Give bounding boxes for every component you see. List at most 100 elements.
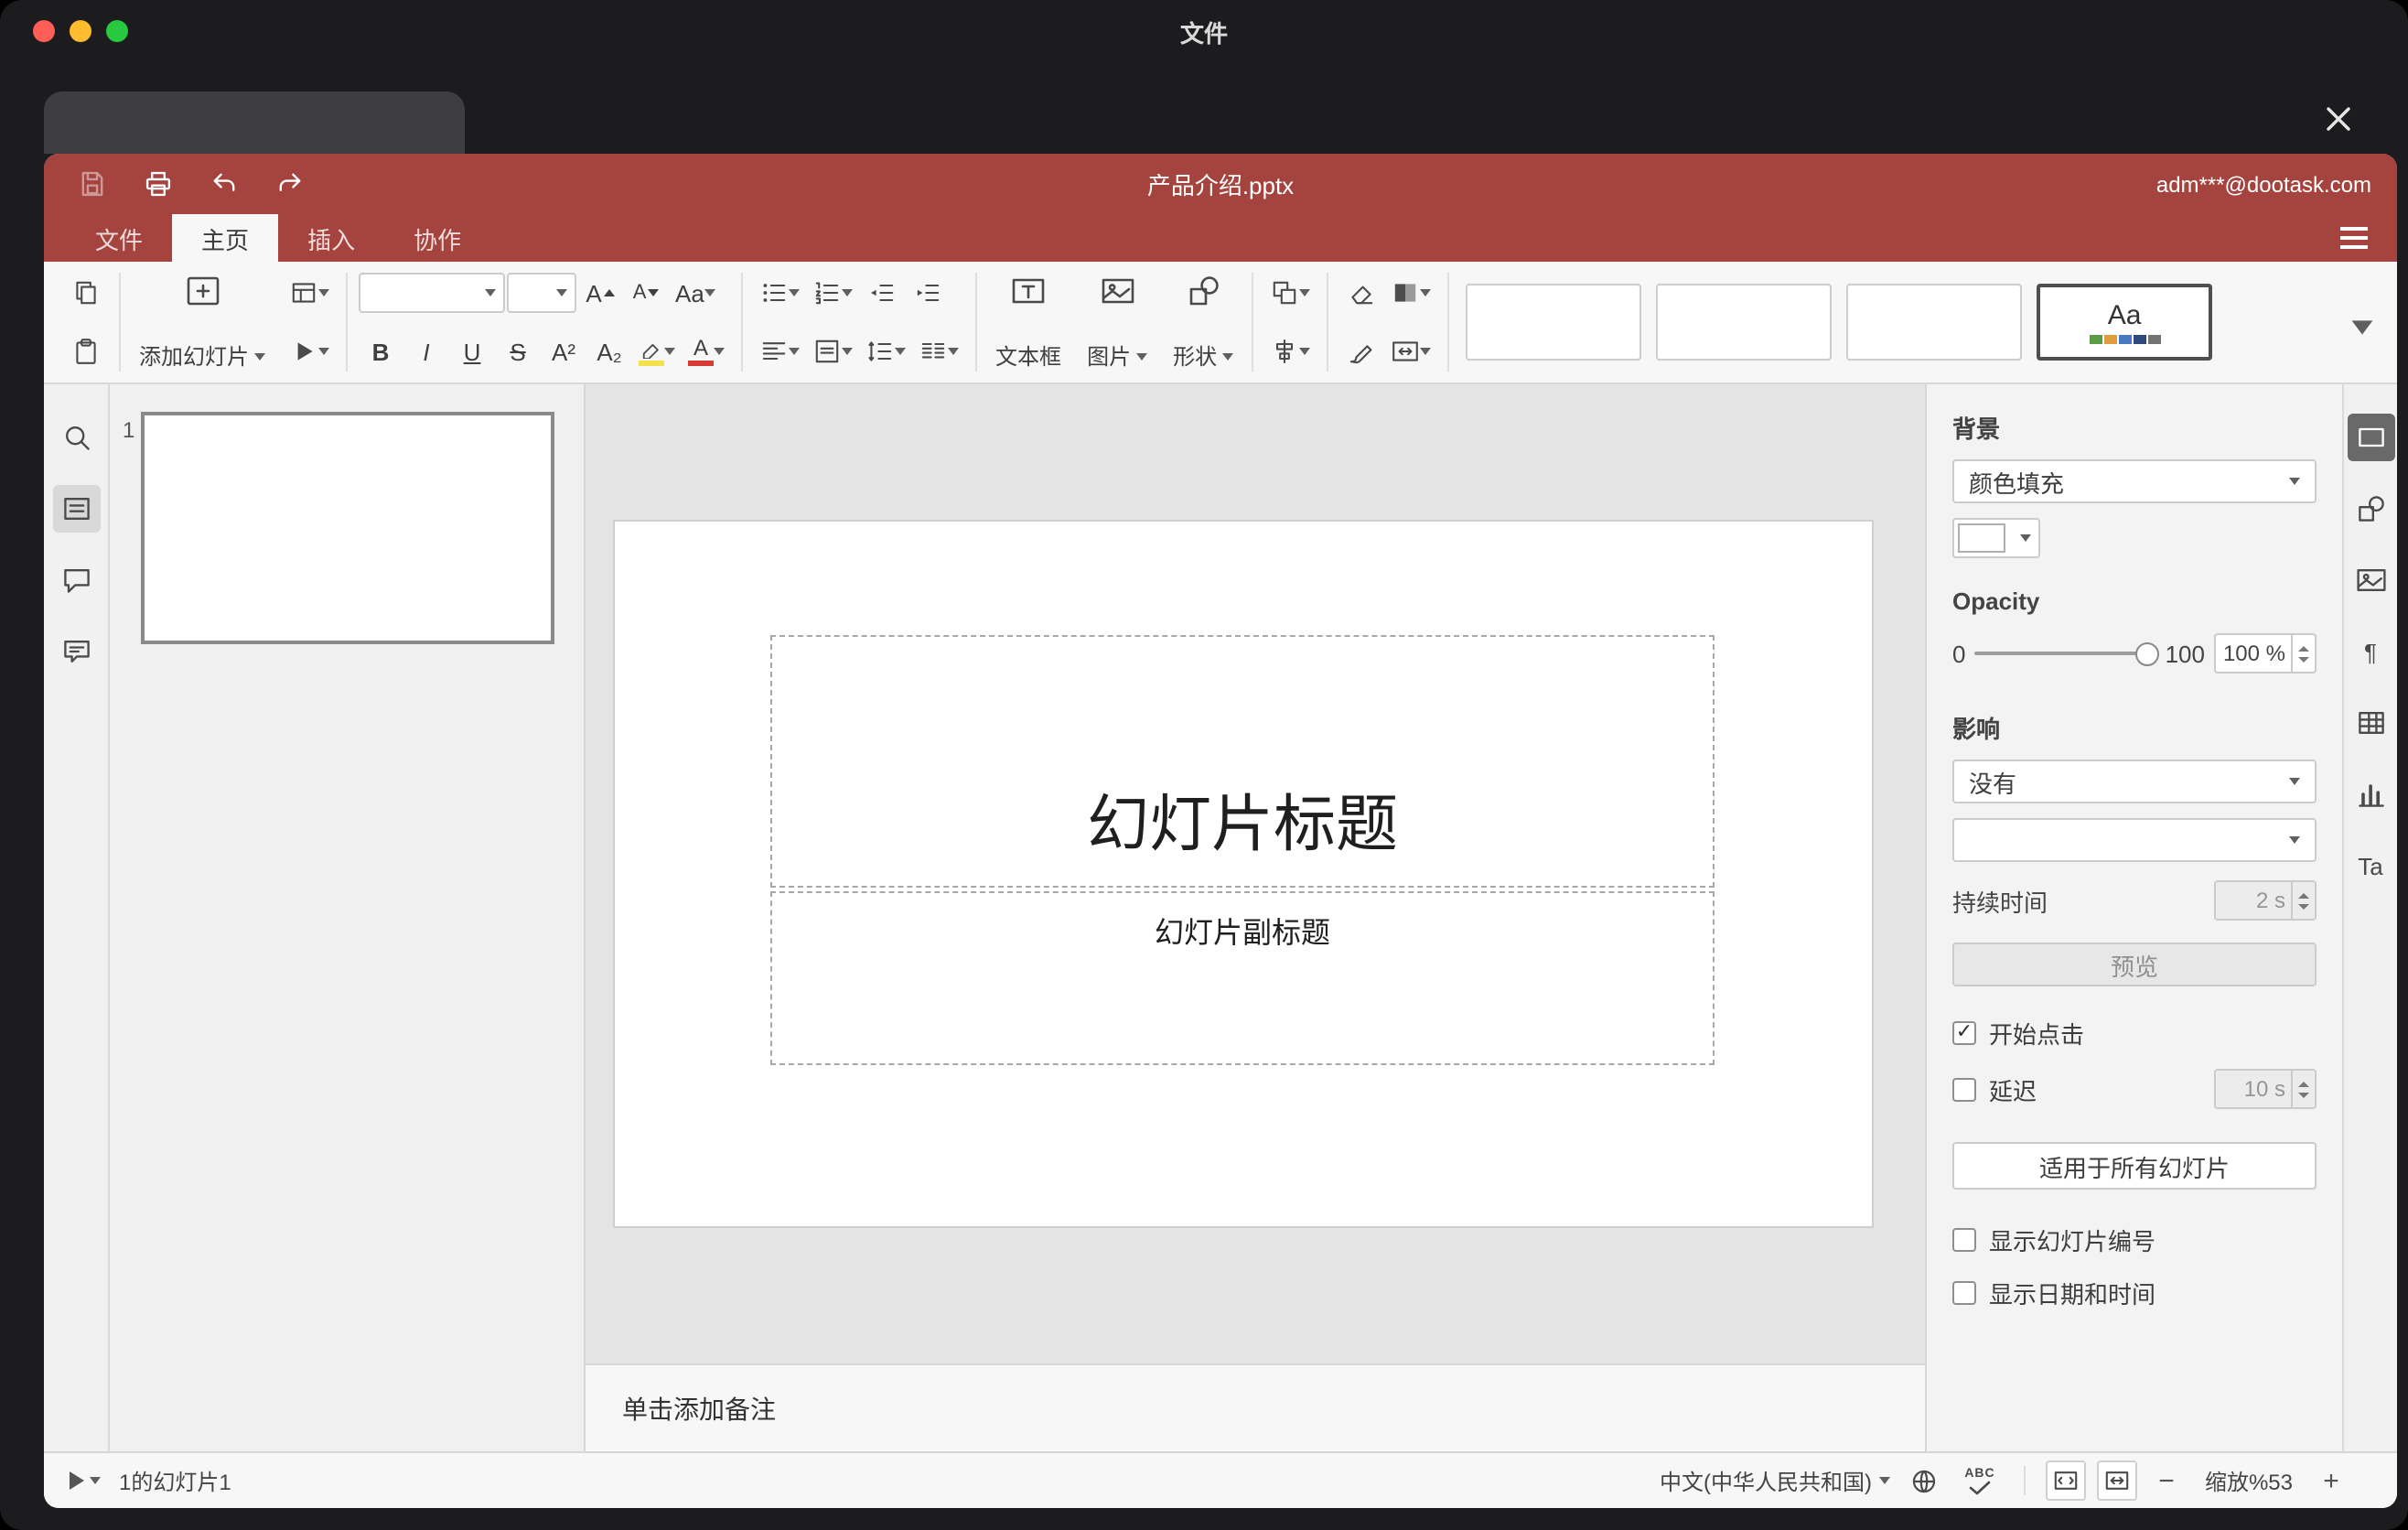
show-slide-number-checkbox[interactable] (1952, 1228, 1976, 1252)
traffic-zoom-button[interactable] (106, 20, 128, 42)
horizontal-align-button[interactable] (754, 329, 805, 373)
notes-placeholder: 单击添加备注 (622, 1394, 776, 1423)
arrange-icon (1273, 281, 1296, 305)
font-name-select[interactable] (359, 273, 506, 313)
increase-indent-button[interactable] (906, 271, 950, 315)
slide-thumbnail-selected[interactable] (141, 412, 554, 644)
vertical-align-button[interactable] (807, 329, 858, 373)
duration-input[interactable]: 2 s (2214, 880, 2317, 921)
language-select[interactable]: 中文(中华人民共和国) (1660, 1465, 1890, 1496)
background-fill-select[interactable]: 颜色填充 (1952, 459, 2317, 503)
bullets-button[interactable] (754, 271, 805, 315)
numbering-button[interactable] (807, 271, 858, 315)
tab-insert[interactable]: 插入 (278, 214, 384, 262)
textart-settings-button[interactable]: Ta (2347, 842, 2394, 889)
document-language-button[interactable] (1901, 1459, 1945, 1503)
chevron-down-icon (2351, 319, 2373, 334)
image-settings-button[interactable] (2347, 556, 2394, 604)
preview-button[interactable]: 预览 (1952, 943, 2317, 986)
insert-shape-button[interactable]: 形状 (1160, 262, 1246, 382)
fit-width-button[interactable] (2097, 1460, 2137, 1501)
opacity-slider[interactable] (1974, 641, 2160, 665)
align-shapes-button[interactable] (1264, 329, 1316, 373)
tab-file[interactable]: 文件 (66, 214, 172, 262)
spinner[interactable] (2291, 635, 2315, 672)
add-slide-button[interactable]: 添加幻灯片 (126, 262, 278, 382)
italic-button[interactable]: I (404, 329, 448, 373)
insert-image-button[interactable]: 图片 (1074, 262, 1160, 382)
start-slideshow-button[interactable] (284, 329, 335, 373)
traffic-close-button[interactable] (33, 20, 55, 42)
paste-button[interactable] (64, 329, 108, 373)
clear-style-button[interactable] (1339, 271, 1383, 315)
slide-settings-button[interactable] (2347, 414, 2394, 461)
show-date-time-checkbox[interactable] (1952, 1281, 1976, 1305)
header-menu-button[interactable] (2331, 218, 2375, 258)
slide[interactable]: 幻灯片标题 幻灯片副标题 (615, 522, 1872, 1226)
decrease-font-button[interactable]: A (624, 271, 668, 315)
background-section-label: 背景 (1952, 415, 2001, 443)
image-icon (1101, 278, 1134, 304)
title-placeholder[interactable]: 幻灯片标题 (770, 635, 1715, 888)
delay-input[interactable]: 10 s (2214, 1069, 2317, 1109)
spinner[interactable] (2291, 1071, 2315, 1107)
chat-button[interactable] (52, 628, 100, 675)
start-slideshow-status-button[interactable] (62, 1459, 108, 1503)
chart-settings-button[interactable] (2347, 770, 2394, 818)
traffic-minimize-button[interactable] (70, 20, 91, 42)
theme-thumb-selected[interactable]: Aa (2037, 284, 2213, 361)
background-color-select[interactable] (1952, 518, 2040, 558)
theme-thumb-1[interactable] (1466, 284, 1642, 361)
text-settings-button[interactable]: ¶ (2347, 628, 2394, 675)
effect-variant-select[interactable] (1952, 818, 2317, 862)
arrange-shapes-button[interactable] (1264, 271, 1316, 315)
start-on-click-checkbox[interactable]: ✓ (1952, 1021, 1976, 1045)
notes-area[interactable]: 单击添加备注 (586, 1363, 1925, 1451)
theme-thumb-3[interactable] (1846, 284, 2023, 361)
slide-size-button[interactable] (1385, 329, 1436, 373)
decrease-indent-button[interactable] (860, 271, 904, 315)
subscript-button[interactable]: A₂ (587, 329, 631, 373)
zoom-out-button[interactable]: − (2148, 1460, 2185, 1501)
subtitle-placeholder[interactable]: 幻灯片副标题 (770, 891, 1715, 1065)
highlight-color-button[interactable] (633, 329, 681, 373)
title-placeholder-text: 幻灯片标题 (1087, 791, 1398, 860)
delay-checkbox[interactable] (1952, 1077, 1976, 1101)
increase-font-button[interactable]: A (578, 271, 622, 315)
bold-button[interactable]: B (359, 329, 403, 373)
chevron-down-icon (2289, 778, 2300, 785)
zoom-in-button[interactable]: + (2313, 1460, 2349, 1501)
strikethrough-button[interactable]: S (496, 329, 540, 373)
tab-home[interactable]: 主页 (172, 214, 279, 262)
theme-thumb-2[interactable] (1656, 284, 1833, 361)
columns-button[interactable] (913, 329, 964, 373)
tab-collaboration[interactable]: 协作 (384, 214, 490, 262)
superscript-button[interactable]: A² (542, 329, 586, 373)
fit-slide-button[interactable] (2046, 1460, 2086, 1501)
insert-textbox-button[interactable]: 文本框 (983, 262, 1074, 382)
line-spacing-button[interactable] (860, 329, 911, 373)
spellcheck-button[interactable]: ABC (1956, 1457, 2004, 1504)
toolbar-collapse-button[interactable] (2342, 294, 2382, 350)
opacity-input[interactable]: 100 % (2214, 633, 2317, 673)
copy-style-button[interactable] (1339, 329, 1383, 373)
shape-settings-button[interactable] (2347, 485, 2394, 533)
effect-select[interactable]: 没有 (1952, 760, 2317, 803)
change-case-button[interactable]: Aa (670, 271, 721, 315)
spinner[interactable] (2291, 882, 2315, 919)
copy-button[interactable] (64, 271, 108, 315)
search-button[interactable] (52, 414, 100, 461)
table-settings-button[interactable] (2347, 699, 2394, 747)
font-color-button[interactable]: A (683, 329, 730, 373)
comments-button[interactable] (52, 556, 100, 604)
font-size-select[interactable] (507, 273, 577, 313)
color-scheme-button[interactable] (1385, 271, 1436, 315)
apply-to-all-button[interactable]: 适用于所有幻灯片 (1952, 1142, 2317, 1190)
dialog-close-button[interactable] (2320, 102, 2357, 139)
slide-canvas[interactable]: 幻灯片标题 幻灯片副标题 (586, 384, 1925, 1363)
chevron-down-icon (842, 289, 854, 296)
slide-layout-button[interactable] (284, 271, 335, 315)
slides-panel-button[interactable] (52, 485, 100, 533)
underline-button[interactable]: U (450, 329, 494, 373)
slider-knob[interactable] (2135, 641, 2160, 665)
